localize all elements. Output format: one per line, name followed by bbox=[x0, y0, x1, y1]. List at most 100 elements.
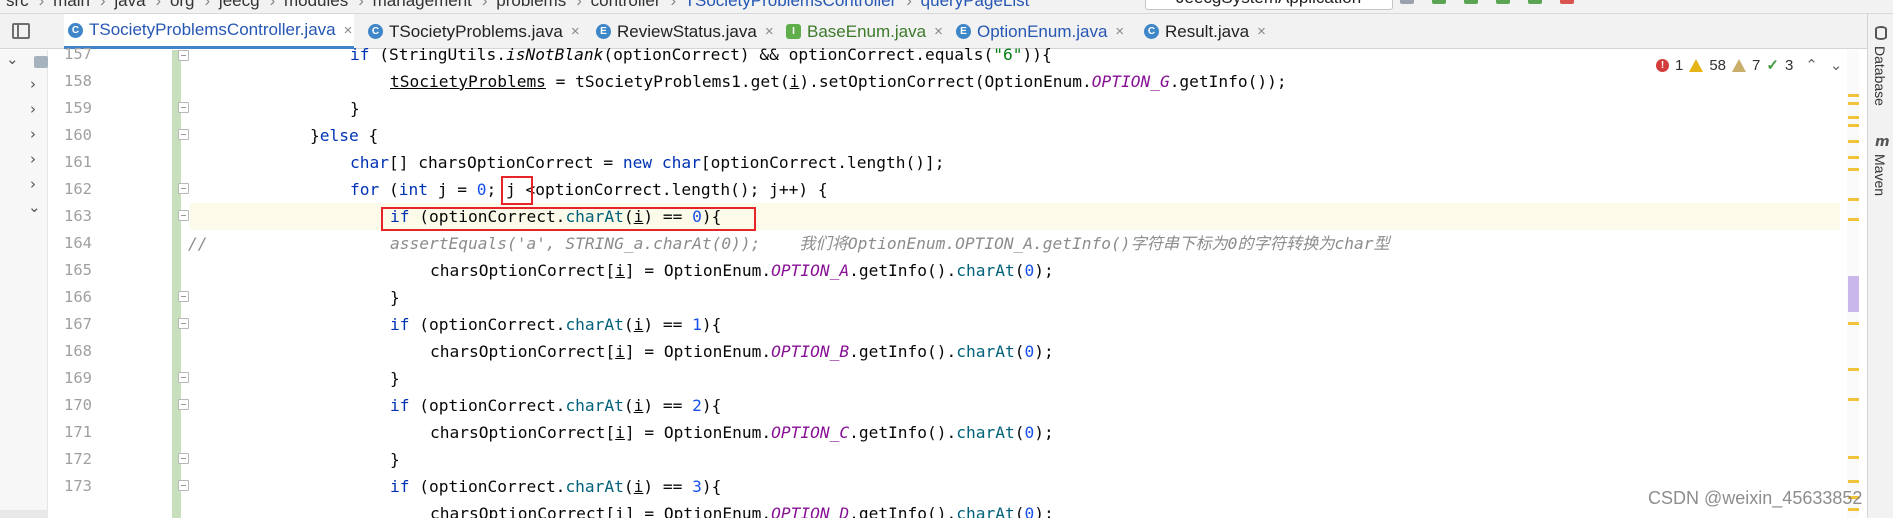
warning-marker[interactable] bbox=[1848, 124, 1859, 127]
maven-panel-tab[interactable]: Maven bbox=[1872, 154, 1888, 196]
breadcrumb-item[interactable]: problems bbox=[496, 0, 566, 10]
line-number: 169 bbox=[64, 369, 92, 387]
close-icon[interactable]: × bbox=[571, 23, 580, 40]
chevron-right-icon[interactable]: › bbox=[30, 150, 36, 168]
warning-marker[interactable] bbox=[1848, 456, 1859, 459]
horizontal-scrollbar[interactable] bbox=[0, 510, 48, 518]
fold-marker-icon[interactable] bbox=[178, 399, 189, 410]
fold-marker-icon[interactable] bbox=[178, 372, 189, 383]
tab-result[interactable]: C Result.java × bbox=[1144, 14, 1266, 49]
line-number: 166 bbox=[64, 288, 92, 306]
class-icon: C bbox=[1144, 24, 1159, 39]
warning-marker[interactable] bbox=[1848, 140, 1859, 143]
stop-icon[interactable] bbox=[1560, 0, 1574, 4]
close-icon[interactable]: × bbox=[765, 23, 774, 40]
error-stripe[interactable] bbox=[1847, 50, 1859, 518]
close-icon[interactable]: × bbox=[344, 22, 353, 39]
code-line: }else { bbox=[310, 126, 379, 145]
breadcrumb-item[interactable]: controller bbox=[591, 0, 661, 10]
chevron-right-icon[interactable]: › bbox=[30, 75, 36, 93]
code-line: charsOptionCorrect[i] = OptionEnum.OPTIO… bbox=[430, 342, 1054, 361]
chevron-right-icon[interactable]: › bbox=[30, 125, 36, 143]
previous-highlight-icon[interactable]: ⌃ bbox=[1805, 56, 1818, 74]
code-editor[interactable]: if (StringUtils.isNotBlank(optionCorrect… bbox=[190, 45, 1840, 518]
code-line: } bbox=[390, 288, 400, 307]
line-number: 172 bbox=[64, 450, 92, 468]
warning-marker[interactable] bbox=[1848, 156, 1859, 159]
chevron-right-icon[interactable]: › bbox=[30, 175, 36, 193]
warning-marker[interactable] bbox=[1848, 480, 1859, 483]
warning-marker[interactable] bbox=[1848, 322, 1859, 325]
fold-marker-icon[interactable] bbox=[178, 291, 189, 302]
tab-tsocietyproblemscontroller[interactable]: C TSocietyProblemsController.java × bbox=[64, 14, 354, 49]
breadcrumb-item[interactable]: management bbox=[373, 0, 472, 10]
code-line: } bbox=[390, 450, 400, 469]
breadcrumb-item[interactable]: modules bbox=[284, 0, 348, 10]
class-icon: C bbox=[68, 22, 83, 38]
fold-marker-icon[interactable] bbox=[178, 102, 189, 113]
breadcrumb-item[interactable]: jeecg bbox=[219, 0, 260, 10]
breadcrumb-item[interactable]: src bbox=[6, 0, 29, 10]
code-line: } bbox=[390, 369, 400, 388]
chevron-right-icon[interactable]: › bbox=[30, 100, 36, 118]
fold-marker-icon[interactable] bbox=[178, 129, 189, 140]
line-number: 168 bbox=[64, 342, 92, 360]
debug-icon[interactable] bbox=[1464, 0, 1478, 4]
breadcrumb-item[interactable]: main bbox=[53, 0, 90, 10]
warning-marker[interactable] bbox=[1848, 116, 1859, 119]
code-line: } bbox=[350, 99, 360, 118]
viewport-marker[interactable] bbox=[1848, 276, 1859, 312]
chevron-right-icon: › bbox=[269, 0, 276, 10]
error-count: 1 bbox=[1675, 56, 1684, 74]
breadcrumb-item[interactable]: org bbox=[170, 0, 195, 10]
inspection-widget[interactable]: ! 1 58 7 ✓ 3 ⌃ ⌄ bbox=[1656, 56, 1842, 74]
enum-icon: E bbox=[956, 24, 971, 39]
chevron-right-icon: › bbox=[481, 0, 488, 10]
maven-icon[interactable]: m bbox=[1875, 134, 1890, 150]
fold-marker-icon[interactable] bbox=[178, 50, 189, 61]
database-panel-tab[interactable]: Database bbox=[1872, 46, 1888, 106]
run-configuration-selector[interactable]: JeecgSystemApplication bbox=[1145, 0, 1393, 10]
structure-icon[interactable] bbox=[12, 23, 30, 39]
breadcrumb-item[interactable]: java bbox=[114, 0, 145, 10]
warning-marker[interactable] bbox=[1848, 198, 1859, 201]
tab-label: BaseEnum.java bbox=[807, 21, 927, 41]
annotation-box-loop-variable bbox=[501, 176, 533, 205]
fold-marker-icon[interactable] bbox=[178, 453, 189, 464]
chevron-down-icon[interactable]: ⌄ bbox=[28, 198, 41, 216]
coverage-icon[interactable] bbox=[1496, 0, 1510, 4]
code-line: tSocietyProblems = tSocietyProblems1.get… bbox=[390, 72, 1287, 91]
folder-icon bbox=[34, 56, 48, 68]
fold-marker-icon[interactable] bbox=[178, 183, 189, 194]
run-icon[interactable] bbox=[1432, 0, 1446, 4]
breadcrumb-item[interactable]: TSocietyProblemsController bbox=[685, 0, 897, 10]
database-icon[interactable] bbox=[1875, 26, 1887, 40]
chevron-right-icon: › bbox=[155, 0, 162, 10]
breadcrumb-item[interactable]: queryPageList bbox=[921, 0, 1030, 10]
fold-marker-icon[interactable] bbox=[178, 318, 189, 329]
code-line: charsOptionCorrect[i] = OptionEnum.OPTIO… bbox=[430, 504, 1054, 518]
typo-count: 3 bbox=[1784, 56, 1794, 74]
next-highlight-icon[interactable]: ⌄ bbox=[1830, 56, 1843, 74]
annotation-box-if-condition bbox=[381, 207, 756, 231]
warning-marker[interactable] bbox=[1848, 368, 1859, 371]
warning-marker[interactable] bbox=[1848, 102, 1859, 105]
vcs-change-marker[interactable] bbox=[172, 50, 181, 518]
line-number: 160 bbox=[64, 126, 92, 144]
warning-marker[interactable] bbox=[1848, 168, 1859, 171]
warning-count: 58 bbox=[1709, 56, 1727, 74]
close-icon[interactable]: × bbox=[1115, 23, 1124, 40]
close-icon[interactable]: × bbox=[934, 23, 943, 40]
chevron-right-icon: › bbox=[358, 0, 364, 10]
profile-icon[interactable] bbox=[1528, 0, 1542, 4]
chevron-right-icon: › bbox=[38, 0, 45, 10]
warning-marker[interactable] bbox=[1848, 218, 1859, 221]
warning-marker[interactable] bbox=[1848, 94, 1859, 97]
code-comment: assertEquals('a', STRING_a.charAt(0)); 我… bbox=[390, 234, 1390, 253]
hammer-icon[interactable] bbox=[1400, 0, 1414, 4]
close-icon[interactable]: × bbox=[1257, 23, 1266, 40]
fold-marker-icon[interactable] bbox=[178, 480, 189, 491]
fold-marker-icon[interactable] bbox=[178, 210, 189, 221]
chevron-down-icon[interactable]: ⌄ bbox=[6, 50, 19, 68]
warning-marker[interactable] bbox=[1848, 398, 1859, 401]
